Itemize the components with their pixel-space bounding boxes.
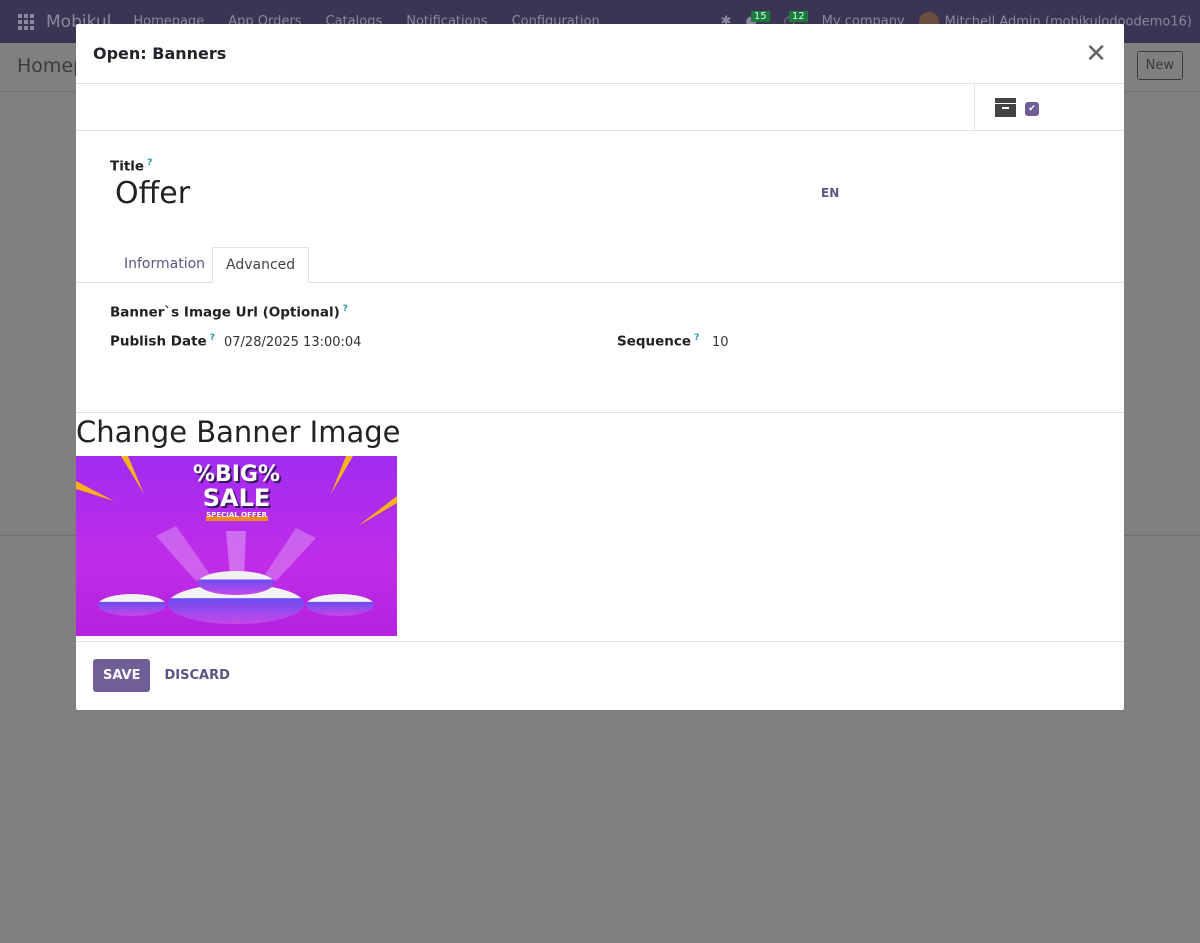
dialog-header: Open: Banners ✕ xyxy=(76,24,1124,84)
banner-text-offer: SPECIAL OFFER xyxy=(206,511,267,519)
banner-text-sale: SALE xyxy=(202,484,271,512)
active-checkbox[interactable]: ✔ xyxy=(1025,102,1039,116)
podium-left xyxy=(98,594,166,616)
banner-image[interactable]: %BIG% SALE SPECIAL OFFER xyxy=(76,456,397,636)
discard-button[interactable]: DISCARD xyxy=(164,668,229,683)
image-url-label: Banner`s Image Url (Optional)? xyxy=(110,304,349,321)
active-toggle[interactable]: ✔ xyxy=(974,84,1124,131)
title-label: Title? xyxy=(110,158,153,175)
help-icon: ? xyxy=(342,304,349,314)
sequence-label: Sequence? xyxy=(617,333,700,350)
dialog-footer: SAVE DISCARD xyxy=(76,642,1124,709)
form-sheet: Title? Offer EN Information Advanced Ban… xyxy=(76,131,1124,413)
notebook-tabs: Information Advanced xyxy=(76,247,1124,283)
dialog-title: Open: Banners xyxy=(93,44,227,63)
title-input[interactable]: Offer xyxy=(115,176,190,211)
help-icon: ? xyxy=(694,333,700,343)
tab-advanced[interactable]: Advanced xyxy=(212,247,310,283)
help-icon: ? xyxy=(209,333,215,343)
image-heading: Change Banner Image xyxy=(76,415,401,449)
button-box: ✔ xyxy=(76,84,1124,131)
new-button[interactable]: New xyxy=(1136,51,1183,80)
save-button[interactable]: SAVE xyxy=(93,659,151,692)
help-icon: ? xyxy=(147,158,153,168)
sequence-input[interactable]: 10 xyxy=(712,335,729,350)
podium-right xyxy=(306,594,374,616)
archive-icon xyxy=(995,98,1016,117)
podium-top xyxy=(198,571,274,595)
tab-information[interactable]: Information xyxy=(111,247,218,283)
activities-badge: 12 xyxy=(788,11,808,22)
close-icon[interactable]: ✕ xyxy=(1085,39,1107,69)
apps-menu-icon[interactable] xyxy=(18,13,34,30)
publish-date-input[interactable]: 07/28/2025 13:00:04 xyxy=(224,335,361,350)
dialog: Open: Banners ✕ ✔ Title? Offer EN Inform… xyxy=(76,24,1124,710)
image-section: Change Banner Image %BIG% SALE SPECIAL O… xyxy=(76,413,1124,642)
publish-date-label: Publish Date? xyxy=(110,333,215,350)
messages-badge: 15 xyxy=(750,11,770,22)
breadcrumb[interactable]: Homep xyxy=(17,55,85,77)
language-button[interactable]: EN xyxy=(821,186,839,200)
